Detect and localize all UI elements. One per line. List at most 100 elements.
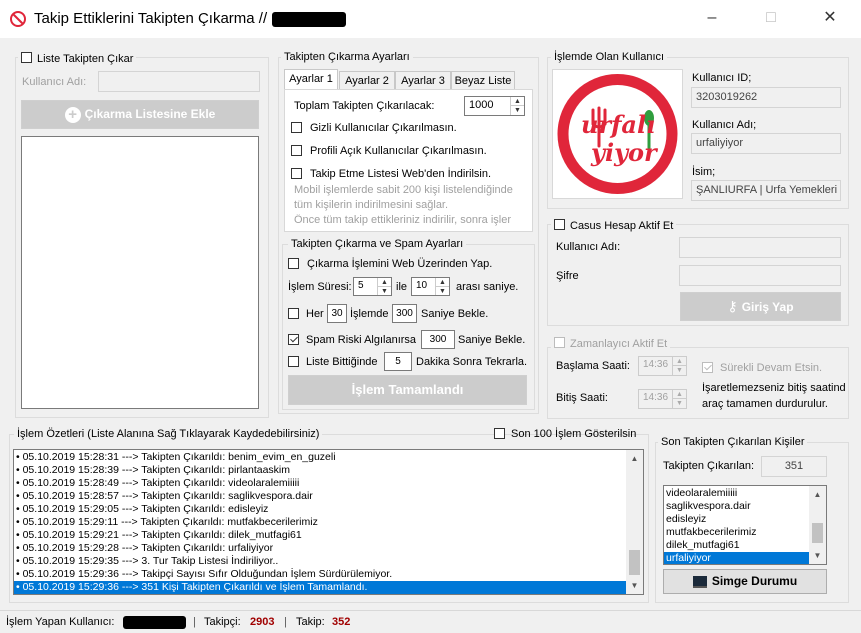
list-item[interactable]: videolaralemiiiii [664, 487, 810, 500]
every-label: Her [306, 308, 324, 320]
key-icon: ⚷ [727, 298, 738, 314]
spam-risk-seconds-input[interactable]: 300 [421, 330, 455, 349]
last-100-checkbox[interactable] [494, 428, 505, 439]
scroll-down-icon[interactable]: ▼ [809, 547, 826, 564]
list-item[interactable]: mutfakbecerilerimiz [664, 526, 810, 539]
spam-risk-checkbox[interactable] [288, 334, 299, 345]
wait-seconds-input[interactable]: 300 [392, 304, 417, 323]
log-row[interactable]: • 05.10.2019 15:29:28 ---> Takipten Çıka… [14, 542, 627, 555]
log-row[interactable]: • 05.10.2019 15:28:39 ---> Takipten Çıka… [14, 464, 627, 477]
stepper-down-icon[interactable]: ▼ [672, 365, 686, 375]
log-list[interactable]: • 05.10.2019 15:28:31 ---> Takipten Çıka… [13, 449, 644, 595]
list-item[interactable]: dilek_mutfagi61 [664, 539, 810, 552]
list-item-selected[interactable]: urfaliyiyor [664, 552, 810, 564]
log-scrollbar[interactable]: ▲ ▼ [626, 450, 643, 594]
scroll-thumb[interactable] [812, 523, 823, 543]
public-profiles-checkbox[interactable] [291, 145, 302, 156]
log-row[interactable]: • 05.10.2019 15:29:11 ---> Takipten Çıka… [14, 516, 627, 529]
total-unfollow-stepper[interactable]: 1000 ▲ ▼ [464, 96, 525, 116]
logo-text-1: urfalı [581, 110, 656, 139]
log-row[interactable]: • 05.10.2019 15:29:05 ---> Takipten Çıka… [14, 503, 627, 516]
settings-note-1: Mobil işlemlerde sabit 200 kişi listelen… [294, 184, 513, 196]
start-time-picker[interactable]: 14:36 ▲ ▼ [638, 356, 687, 376]
following-count: 352 [332, 616, 351, 628]
list-item[interactable]: edisleyiz [664, 513, 810, 526]
stepper-down-icon[interactable]: ▼ [377, 285, 391, 295]
repeat-checkbox[interactable] [288, 356, 299, 367]
start-time-label: Başlama Saati: [556, 360, 630, 372]
log-row[interactable]: • 05.10.2019 15:29:36 ---> Takipçi Sayıs… [14, 568, 627, 581]
scroll-up-icon[interactable]: ▲ [626, 450, 643, 467]
web-unfollow-checkbox[interactable] [288, 258, 299, 269]
log-row[interactable]: • 05.10.2019 15:28:31 ---> Takipten Çıka… [14, 451, 627, 464]
timer-checkbox[interactable] [554, 337, 565, 348]
web-download-label: Takip Etme Listesi Web'den İndirilsin. [310, 168, 492, 180]
maximize-window-button[interactable]: □ [759, 8, 783, 28]
log-row-selected[interactable]: • 05.10.2019 15:29:36 ---> 351 Kişi Taki… [14, 581, 627, 594]
unfollowed-count-label: Takipten Çıkarılan: [663, 460, 755, 472]
list-item[interactable]: saglikvespora.dair [664, 500, 810, 513]
stepper-down-icon[interactable]: ▼ [435, 285, 449, 295]
spy-username-input[interactable] [679, 237, 841, 258]
spy-account-checkbox[interactable] [554, 219, 565, 230]
list-unfollow-label: Liste Takipten Çıkar [37, 53, 134, 65]
status-separator: | [284, 616, 287, 628]
recent-unfollowed-list[interactable]: videolaralemiiiii saglikvespora.dair edi… [663, 485, 827, 565]
login-button[interactable]: ⚷ Giriş Yap [680, 292, 841, 321]
minimize-to-tray-button[interactable]: Simge Durumu [663, 569, 827, 594]
log-row[interactable]: • 05.10.2019 15:28:57 ---> Takipten Çıka… [14, 490, 627, 503]
recent-unfollowed-legend: Son Takipten Çıkarılan Kişiler [658, 436, 808, 448]
every-ops-checkbox[interactable] [288, 308, 299, 319]
monitor-icon [692, 575, 707, 588]
log-rows: • 05.10.2019 15:28:31 ---> Takipten Çıka… [14, 451, 627, 594]
user-name-field: urfaliyiyor [691, 133, 841, 154]
scroll-thumb[interactable] [629, 550, 640, 575]
duration-max-stepper[interactable]: 10 ▲ ▼ [411, 277, 450, 296]
end-time-picker[interactable]: 14:36 ▲ ▼ [638, 389, 687, 409]
log-row[interactable]: • 05.10.2019 15:29:35 ---> 3. Tur Takip … [14, 555, 627, 568]
status-bar: İşlem Yapan Kullanıcı: | Takipçi: 2903 |… [0, 610, 861, 633]
spy-password-input[interactable] [679, 265, 841, 286]
log-row[interactable]: • 05.10.2019 15:28:49 ---> Takipten Çıka… [14, 477, 627, 490]
user-id-field: 3203019262 [691, 87, 841, 108]
scroll-up-icon[interactable]: ▲ [809, 486, 826, 503]
add-to-list-button[interactable]: + Çıkarma Listesine Ekle [21, 100, 259, 129]
log-legend: İşlem Özetleri (Liste Alanına Sağ Tıklay… [14, 428, 323, 440]
tab-whitelist[interactable]: Beyaz Liste [451, 71, 515, 89]
log-row[interactable]: • 05.10.2019 15:29:21 ---> Takipten Çıka… [14, 529, 627, 542]
tab-settings-1[interactable]: Ayarlar 1 [284, 69, 338, 89]
logo-text-2: yiyor [591, 138, 657, 167]
followers-label: Takipçi: [204, 616, 241, 628]
continuous-checkbox[interactable] [702, 362, 713, 373]
continuous-label: Sürekli Devam Etsin. [720, 362, 823, 374]
every-ops-input[interactable]: 30 [327, 304, 347, 323]
username-input[interactable] [98, 71, 260, 92]
operation-done-button[interactable]: İşlem Tamamlandı [288, 375, 527, 405]
recent-rows: videolaralemiiiii saglikvespora.dair edi… [664, 487, 810, 564]
settings-legend: Takipten Çıkarma Ayarları [281, 51, 413, 63]
ops-label: İşlemde [350, 308, 389, 320]
close-window-button[interactable]: ✕ [818, 8, 842, 28]
spam-settings-legend: Takipten Çıkarma ve Spam Ayarları [288, 238, 467, 250]
settings-note-2: tüm kişilerin indirilmesini sağlar. [294, 199, 449, 211]
list-unfollow-checkbox[interactable] [21, 52, 32, 63]
duration-min-stepper[interactable]: 5 ▲ ▼ [353, 277, 392, 296]
duration-with-label: ile [396, 281, 408, 293]
end-time-label: Bitiş Saati: [556, 392, 608, 404]
web-unfollow-label: Çıkarma İşlemini Web Üzerinden Yap. [307, 258, 493, 270]
timer-note-1: İşaretlemezseniz bitiş saatinde [702, 382, 846, 394]
repeat-minutes-input[interactable]: 5 [384, 352, 412, 371]
recent-scrollbar[interactable]: ▲ ▼ [809, 486, 826, 564]
stepper-down-icon[interactable]: ▼ [510, 105, 524, 115]
unfollow-list[interactable] [21, 136, 259, 409]
scroll-down-icon[interactable]: ▼ [626, 577, 643, 594]
current-user-legend: İşlemde Olan Kullanıcı [551, 51, 668, 63]
hidden-users-checkbox[interactable] [291, 122, 302, 133]
stepper-down-icon[interactable]: ▼ [672, 398, 686, 408]
minimize-window-button[interactable]: – [700, 8, 724, 28]
title-bar: Takip Ettiklerini Takipten Çıkarma // – … [0, 0, 861, 38]
web-download-checkbox[interactable] [291, 168, 302, 179]
spam-risk-label: Spam Riski Algılanırsa [306, 334, 417, 346]
tab-settings-3[interactable]: Ayarlar 3 [395, 71, 451, 89]
tab-settings-2[interactable]: Ayarlar 2 [339, 71, 395, 89]
